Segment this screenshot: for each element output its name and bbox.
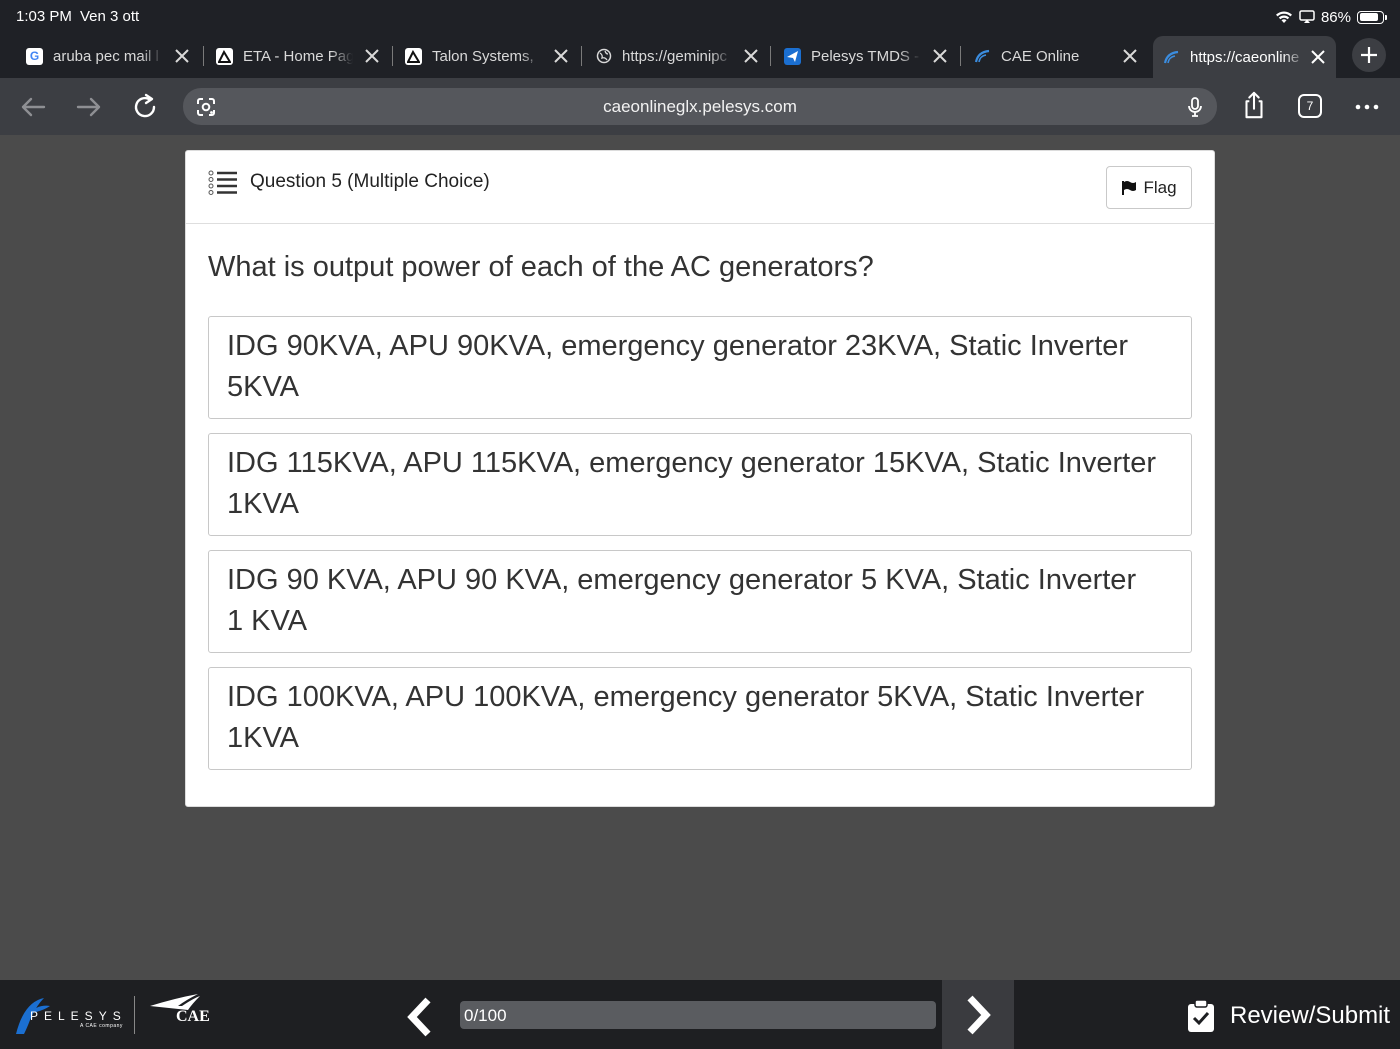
tab-label: aruba pec mail l: [53, 47, 159, 65]
plus-icon: [1361, 47, 1377, 63]
question-text: What is output power of each of the AC g…: [208, 251, 874, 283]
tab-switcher-button[interactable]: 7: [1298, 94, 1322, 118]
plane-icon: [784, 47, 801, 65]
url-text: caeonlineglx.pelesys.com: [603, 97, 797, 116]
previous-question-button[interactable]: [398, 994, 444, 1040]
tab-label: Pelesys TMDS -: [811, 47, 920, 65]
back-icon[interactable]: [18, 92, 48, 122]
battery-icon: [1357, 10, 1387, 24]
cae-icon: [974, 48, 991, 65]
close-icon[interactable]: [172, 46, 192, 66]
cae-brand: CAE: [176, 1008, 210, 1025]
tab-label: CAE Online: [1001, 47, 1080, 65]
next-question-button[interactable]: [942, 980, 1014, 1049]
tab-separator: [203, 46, 204, 66]
tab-separator: [581, 46, 582, 66]
tab-geminipc[interactable]: https://geminipc: [595, 38, 761, 74]
pelesys-brand: PELESYS: [30, 1009, 127, 1023]
question-list-icon[interactable]: [208, 169, 238, 197]
status-date: Ven 3 ott: [80, 8, 140, 25]
question-card: Question 5 (Multiple Choice) Flag What i…: [185, 150, 1215, 807]
browser-toolbar: caeonlineglx.pelesys.com 7: [0, 78, 1400, 135]
answer-option-text: IDG 90KVA, APU 90KVA, emergency generato…: [227, 330, 1129, 403]
wifi-icon: [1275, 11, 1292, 23]
review-submit-label: Review/Submit: [1230, 1002, 1391, 1029]
exam-footer: PELESYS A CAE company CAE 0/100 Review/S…: [0, 980, 1400, 1049]
progress-bar: 0/100: [460, 1001, 936, 1029]
tab-pelesys-tmds[interactable]: Pelesys TMDS -: [784, 38, 950, 74]
tab-separator: [770, 46, 771, 66]
review-submit-button[interactable]: Review/Submit: [1186, 996, 1390, 1036]
talon-icon: [405, 47, 422, 65]
tab-caeonline-active[interactable]: https://caeonline: [1153, 36, 1336, 78]
answer-option-3[interactable]: IDG 90 KVA, APU 90 KVA, emergency genera…: [208, 550, 1192, 653]
answer-option-text: IDG 115KVA, APU 115KVA, emergency genera…: [227, 447, 1157, 520]
tab-bar: G aruba pec mail l ETA - Home Pag Talon …: [0, 34, 1400, 78]
answer-option-2[interactable]: IDG 115KVA, APU 115KVA, emergency genera…: [208, 433, 1192, 536]
status-time: 1:03 PM: [16, 8, 72, 25]
flag-label: Flag: [1143, 177, 1177, 197]
more-menu-icon[interactable]: [1352, 92, 1382, 122]
tab-label: Talon Systems,: [432, 47, 534, 65]
reload-icon[interactable]: [130, 92, 160, 122]
close-icon[interactable]: [741, 46, 761, 66]
question-header: Question 5 (Multiple Choice) Flag: [186, 151, 1214, 224]
answer-option-text: IDG 100KVA, APU 100KVA, emergency genera…: [227, 681, 1145, 754]
eta-icon: [216, 47, 233, 65]
answer-option-1[interactable]: IDG 90KVA, APU 90KVA, emergency generato…: [208, 316, 1192, 419]
status-bar: 1:03 PM Ven 3 ott 86%: [0, 0, 1400, 34]
tab-label: https://caeonline: [1190, 48, 1300, 66]
logo-divider: [134, 996, 135, 1034]
chevron-right-icon: [967, 995, 991, 1035]
question-title: Question 5 (Multiple Choice): [250, 171, 490, 192]
close-icon[interactable]: [551, 46, 571, 66]
tab-cae-online[interactable]: CAE Online: [974, 38, 1140, 74]
tab-label: https://geminipc: [622, 47, 728, 65]
google-icon: G: [26, 47, 43, 65]
battery-percent: 86%: [1320, 8, 1351, 26]
close-icon[interactable]: [930, 46, 950, 66]
cae-icon: [1163, 49, 1180, 66]
share-icon[interactable]: [1239, 90, 1269, 120]
microphone-icon[interactable]: [1185, 96, 1205, 118]
pelesys-subtitle: A CAE company: [80, 1023, 123, 1029]
clipboard-check-icon: [1188, 999, 1214, 1032]
tab-aruba[interactable]: G aruba pec mail l: [26, 38, 192, 74]
new-tab-button[interactable]: [1352, 38, 1386, 72]
battery-fill: [1359, 13, 1379, 21]
close-icon[interactable]: [362, 46, 382, 66]
answer-option-text: IDG 90 KVA, APU 90 KVA, emergency genera…: [227, 564, 1137, 637]
tab-talon[interactable]: Talon Systems,: [405, 38, 571, 74]
flag-icon: [1122, 180, 1137, 195]
globe-icon: [595, 48, 612, 65]
close-icon[interactable]: [1120, 46, 1140, 66]
tab-separator: [392, 46, 393, 66]
progress-text: 0/100: [464, 1006, 507, 1025]
address-bar[interactable]: caeonlineglx.pelesys.com: [183, 88, 1217, 125]
flag-button[interactable]: Flag: [1106, 166, 1192, 209]
answer-option-4[interactable]: IDG 100KVA, APU 100KVA, emergency genera…: [208, 667, 1192, 770]
close-icon[interactable]: [1308, 47, 1328, 67]
tab-label: ETA - Home Pag: [243, 47, 353, 65]
status-indicators: 86%: [1275, 6, 1387, 28]
screen-mirroring-icon: [1299, 10, 1315, 23]
tab-separator: [960, 46, 961, 66]
forward-icon[interactable]: [74, 92, 104, 122]
tab-eta[interactable]: ETA - Home Pag: [216, 38, 382, 74]
